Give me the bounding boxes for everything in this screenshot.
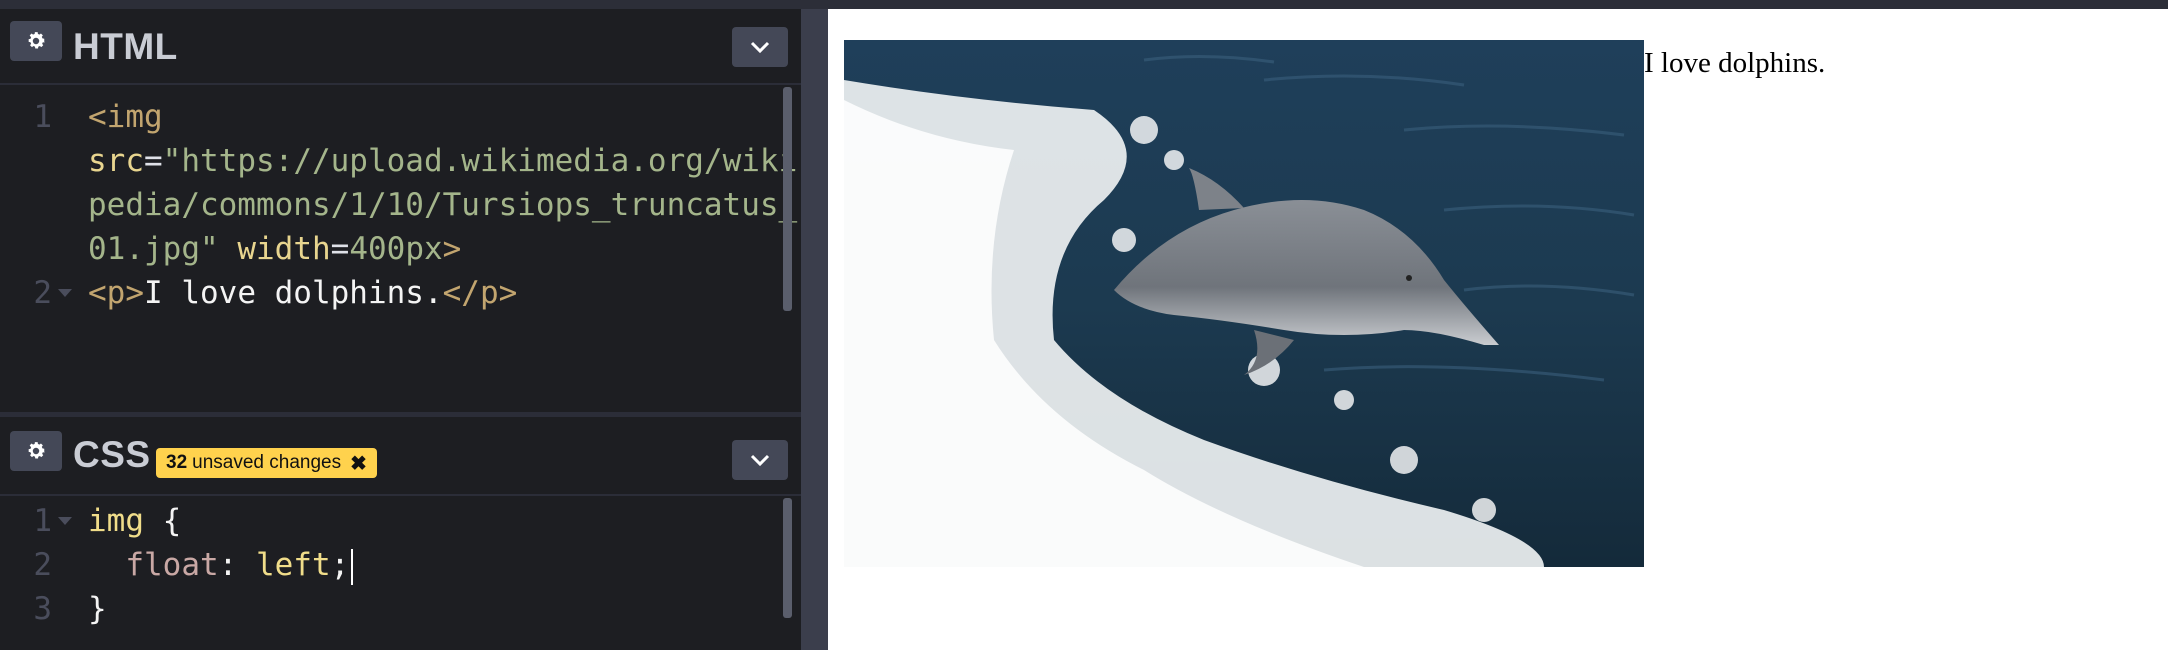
html-code-area[interactable]: 1 <img src="https://upload.wikimedia.org/w… bbox=[0, 95, 801, 315]
code-token: ; bbox=[330, 547, 350, 583]
preview-pane: I love dolphins. bbox=[828, 9, 2168, 650]
code-token: > bbox=[442, 231, 462, 267]
html-panel: HTML 1 <img src="https://upload.wikimedia.… bbox=[0, 9, 801, 412]
unsaved-changes-badge[interactable]: 32 unsaved changes ✖ bbox=[156, 448, 377, 478]
code-token: </p> bbox=[442, 275, 518, 311]
code-token: = bbox=[330, 231, 350, 267]
html-scrollbar[interactable] bbox=[783, 87, 792, 311]
editor-column: HTML 1 <img src="https://upload.wikimedia.… bbox=[0, 9, 828, 650]
panel-divider[interactable] bbox=[801, 9, 828, 650]
line-number: 2 bbox=[33, 275, 52, 311]
top-bar bbox=[0, 0, 2168, 9]
code-token: float bbox=[88, 547, 219, 583]
line-number: 1 bbox=[33, 99, 52, 135]
code-line[interactable]: 1 img { bbox=[0, 499, 801, 543]
close-icon[interactable]: ✖ bbox=[350, 451, 367, 476]
code-token: 400px bbox=[349, 231, 443, 267]
code-token: left bbox=[255, 547, 331, 583]
dolphin-photo bbox=[844, 40, 1644, 567]
css-panel-title: CSS bbox=[73, 434, 151, 475]
gear-icon[interactable] bbox=[10, 21, 62, 61]
code-token: img bbox=[88, 503, 144, 539]
code-line[interactable]: 01.jpg" width=400px> bbox=[0, 227, 801, 271]
code-line[interactable]: pedia/commons/1/10/Tursiops_truncatus_ bbox=[0, 183, 801, 227]
code-line[interactable]: 1 <img bbox=[0, 95, 801, 139]
code-token: I love dolphins. bbox=[144, 275, 443, 311]
preview-paragraph: I love dolphins. bbox=[1644, 47, 1826, 79]
line-number: 2 bbox=[33, 547, 52, 583]
code-token: } bbox=[88, 591, 107, 627]
code-line[interactable]: src="https://upload.wikimedia.org/wiki bbox=[0, 139, 801, 183]
code-token: pedia/commons/1/10/Tursiops_truncatus_ bbox=[88, 187, 798, 223]
fold-arrow-icon[interactable] bbox=[58, 289, 72, 297]
code-line[interactable]: 2 float: left; bbox=[0, 543, 801, 587]
html-panel-title: HTML bbox=[73, 26, 178, 67]
css-panel: CSS 32 unsaved changes ✖ 1 img {2 float: … bbox=[0, 417, 801, 650]
code-token: : bbox=[218, 547, 256, 583]
css-scrollbar[interactable] bbox=[783, 498, 792, 618]
code-token: <img bbox=[88, 99, 163, 135]
code-token: = bbox=[144, 143, 163, 179]
code-token: 01.jpg" bbox=[88, 231, 219, 267]
code-token: <p> bbox=[88, 275, 144, 311]
chevron-down-icon[interactable] bbox=[732, 440, 788, 480]
html-panel-header: HTML bbox=[0, 9, 801, 85]
line-number: 1 bbox=[33, 503, 52, 539]
unsaved-label: unsaved changes bbox=[192, 452, 342, 473]
unsaved-count: 32 bbox=[166, 452, 188, 473]
code-token: width bbox=[237, 231, 331, 267]
text-cursor bbox=[351, 548, 354, 585]
code-line[interactable]: 2 <p>I love dolphins.</p> bbox=[0, 271, 801, 315]
chevron-down-icon[interactable] bbox=[732, 27, 788, 67]
gear-icon[interactable] bbox=[10, 431, 62, 471]
line-number: 3 bbox=[33, 591, 52, 627]
code-token: { bbox=[144, 503, 182, 539]
css-code-area[interactable]: 1 img {2 float: left; 3} bbox=[0, 499, 801, 631]
code-token: src bbox=[88, 143, 144, 179]
fold-arrow-icon[interactable] bbox=[58, 517, 72, 525]
code-token: "https://upload.wikimedia.org/wiki bbox=[162, 143, 798, 179]
code-line[interactable]: 3} bbox=[0, 587, 801, 631]
css-panel-header: CSS 32 unsaved changes ✖ bbox=[0, 417, 801, 496]
